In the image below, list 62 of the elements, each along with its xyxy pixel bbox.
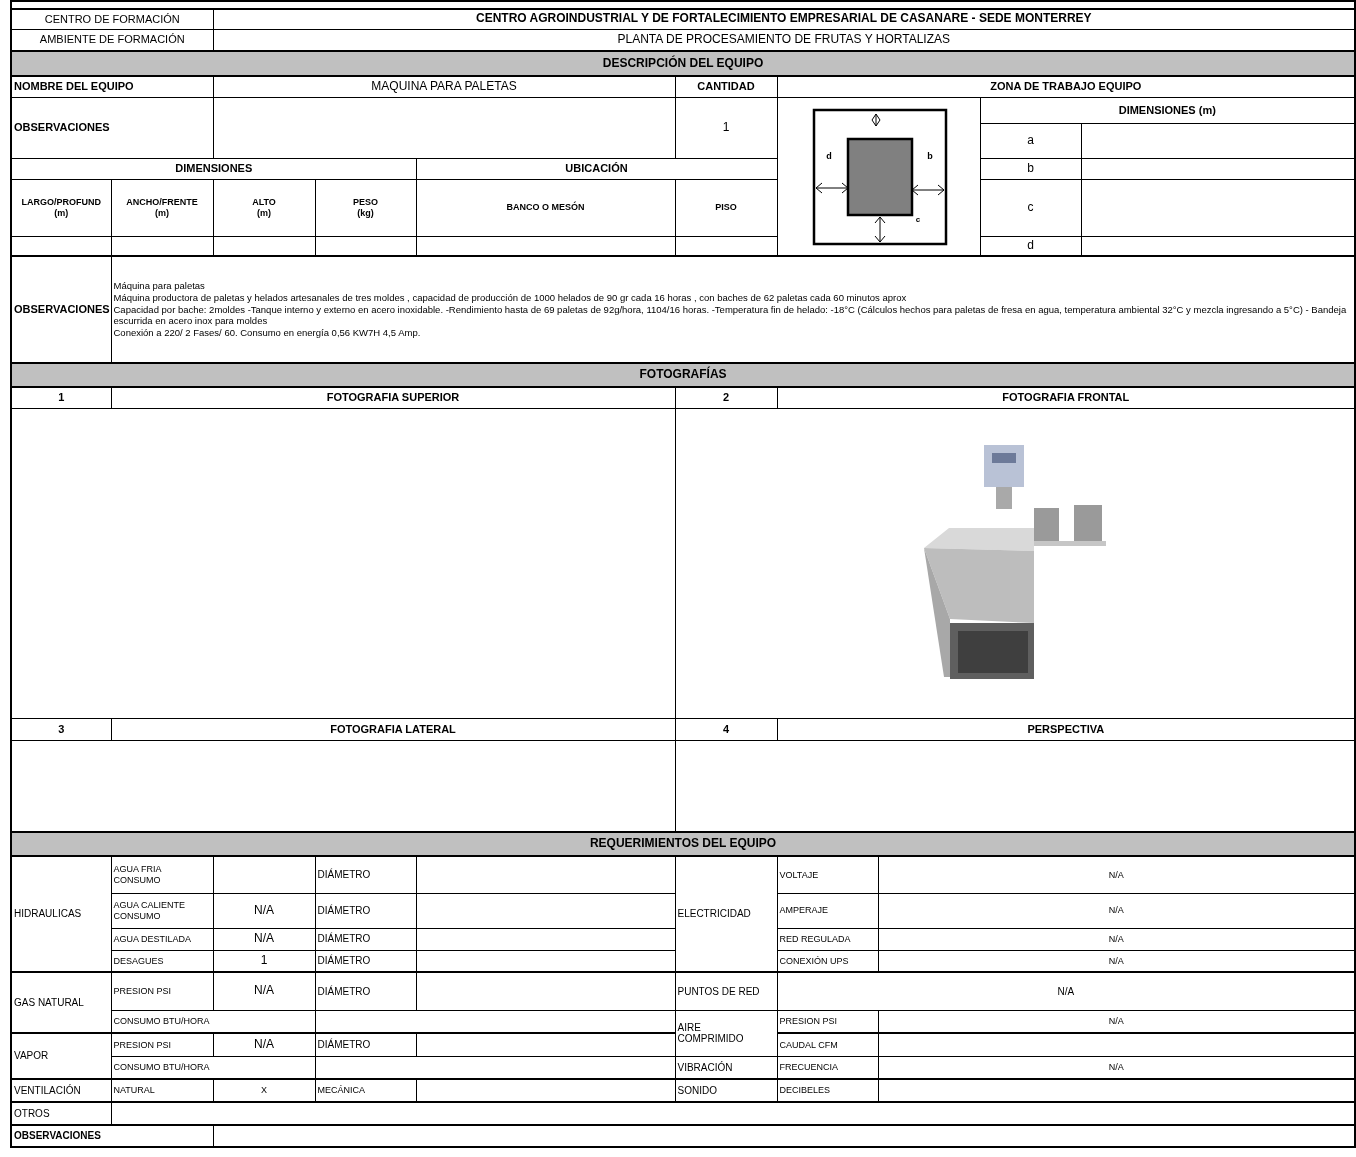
- field-value: MAQUINA PARA PALETAS: [213, 76, 675, 97]
- category-label: OTROS: [11, 1102, 111, 1125]
- field-value: N/A: [878, 950, 1356, 972]
- photo-title: FOTOGRAFIA SUPERIOR: [111, 387, 675, 408]
- observation-text: Conexión a 220/ 2 Fases/ 60. Consumo en energía 0,56 KW7H 4,5 Amp.: [113, 327, 422, 340]
- column-header: DIMENSIONES (m): [980, 97, 1356, 123]
- field-label: AGUA FRIA CONSUMO: [111, 856, 213, 893]
- field-label: AMPERAJE: [777, 893, 878, 928]
- field-label: OBSERVACIONES: [11, 1125, 213, 1147]
- column-header: PESO (kg): [315, 179, 416, 236]
- field-label: PRESION PSI: [111, 1033, 213, 1056]
- field-value: N/A: [878, 928, 1356, 950]
- section-header: DESCRIPCIÓN DEL EQUIPO: [11, 51, 1356, 76]
- field-label: DIÁMETRO: [315, 1033, 416, 1056]
- column-header: BANCO O MESÓN: [416, 179, 675, 236]
- field-value: CENTRO AGROINDUSTRIAL Y DE FORTALECIMIENTO EMPRESARIAL DE CASANARE - SEDE MONTERREY: [213, 9, 1356, 29]
- field-value: N/A: [213, 1033, 315, 1056]
- column-header: DIMENSIONES: [11, 158, 416, 179]
- category-label: ELECTRICIDAD: [675, 856, 777, 972]
- field-value: N/A: [777, 972, 1356, 1010]
- photo-title: FOTOGRAFIA LATERAL: [111, 718, 675, 740]
- field-label: CAUDAL CFM: [777, 1033, 878, 1056]
- photo-title: PERSPECTIVA: [777, 718, 1356, 740]
- column-header: ALTO (m): [213, 179, 315, 236]
- photo-number: 3: [11, 718, 111, 740]
- row-header: c: [980, 179, 1081, 236]
- column-header: ZONA DE TRABAJO EQUIPO: [777, 76, 1356, 97]
- field-value: N/A: [213, 972, 315, 1010]
- field-label: DIÁMETRO: [315, 856, 416, 893]
- field-label: VOLTAJE: [777, 856, 878, 893]
- photo-title: FOTOGRAFIA FRONTAL: [777, 387, 1356, 408]
- field-label: OBSERVACIONES: [11, 97, 213, 158]
- field-label: DIÁMETRO: [315, 893, 416, 928]
- field-label: AMBIENTE DE FORMACIÓN: [11, 29, 213, 51]
- category-label: PUNTOS DE RED: [675, 972, 777, 1010]
- field-value: PLANTA DE PROCESAMIENTO DE FRUTAS Y HORTALIZAS: [213, 29, 1356, 51]
- section-header: REQUERIMIENTOS DEL EQUIPO: [11, 832, 1356, 856]
- category-label: AIRE COMPRIMIDO: [675, 1010, 777, 1056]
- field-label: NOMBRE DEL EQUIPO: [11, 76, 213, 97]
- section-header: FOTOGRAFÍAS: [11, 363, 1356, 387]
- category-label: GAS NATURAL: [11, 972, 111, 1033]
- column-header: ANCHO/FRENTE (m): [111, 179, 213, 236]
- field-label: DIÁMETRO: [315, 972, 416, 1010]
- field-value: N/A: [878, 893, 1356, 928]
- column-header: UBICACIÓN: [416, 158, 777, 179]
- column-header: PISO: [675, 179, 777, 236]
- field-value: N/A: [213, 893, 315, 928]
- row-header: a: [980, 123, 1081, 158]
- observation-text: Capacidad por bache: 2moldes -Tanque interno y externo en acero inoxidable. -Rendimiento hasta de 69 paletas de 92g/hora, 1104/16 horas. -Temperatura fin de helado: -18°C (Cálculos hechos para paletas de fresa en agua, temperatura ambiental 32°C y mezcla ingresando a 5°C) - Bandeja escurrida en acero inox para moldes: [113, 303, 1348, 328]
- field-value: 1: [675, 97, 777, 158]
- column-header: LARGO/PROFUND (m): [11, 179, 111, 236]
- field-label: OBSERVACIONES: [11, 256, 111, 363]
- category-label: VAPOR: [11, 1033, 111, 1079]
- field-label: PRESION PSI: [111, 972, 213, 1010]
- field-label: AGUA CALIENTE CONSUMO: [111, 893, 213, 928]
- category-label: VENTILACIÓN: [11, 1079, 111, 1102]
- field-label: CENTRO DE FORMACIÓN: [11, 9, 213, 29]
- observation-text: Máquina para paletas: [113, 279, 206, 292]
- category-label: HIDRAULICAS: [11, 856, 111, 972]
- field-value: N/A: [878, 856, 1356, 893]
- observation-text: Máquina productora de paletas y helados artesanales de tres moldes , capacidad de producción de 1000 helados de 90 gr cada 16 horas , con baches de 62 paletas cada 60 minutos aprox: [113, 291, 908, 304]
- photo-number: 1: [11, 387, 111, 408]
